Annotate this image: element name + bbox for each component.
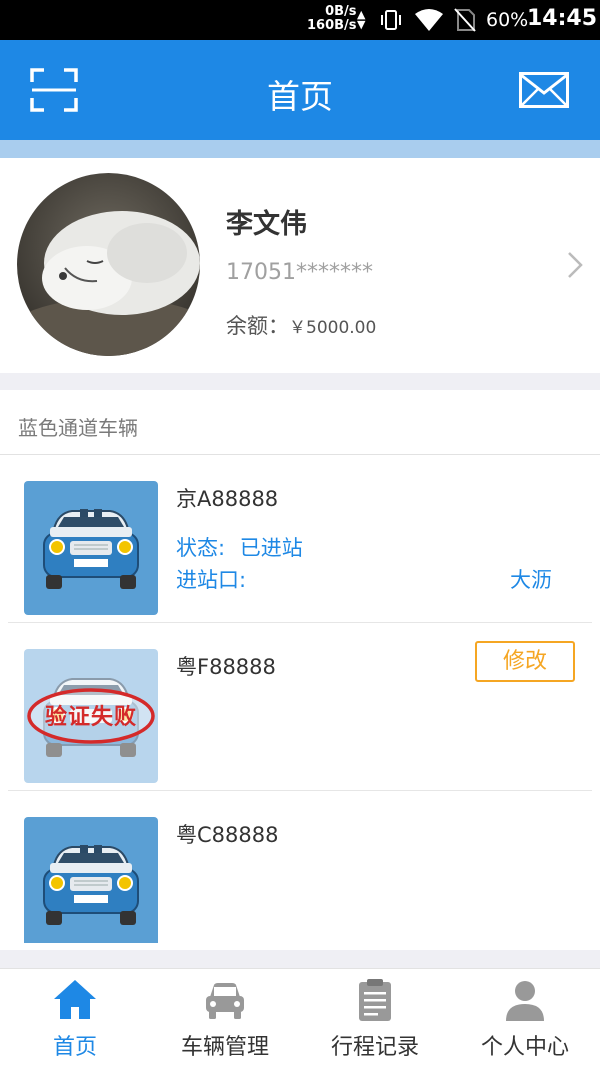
tab-bar: 首页 车辆管理 行程记录 个人中心 [0,968,600,1067]
wifi-icon [415,9,443,31]
no-sim-icon [454,8,476,32]
vehicle-row[interactable]: 验证失败 粤F88888 修改 [0,623,600,791]
tab-label: 个人中心 [480,1035,569,1060]
nav-bar: 首页 [0,40,600,140]
tab-home[interactable]: 首页 [0,969,150,1067]
person-icon [506,981,544,1021]
balance-label: 余额： [226,314,289,338]
profile-card[interactable]: 李文伟 17051******* 余额：￥5000.00 [0,158,600,373]
data-arrows-icon: ▲ ▼ [357,8,366,31]
header-divider [0,140,600,158]
network-speed: 0B/s 160B/s [307,5,357,33]
status-bar: 0B/s 160B/s ▲ ▼ 60% 14:45 [0,0,600,40]
tab-label: 首页 [52,1035,97,1060]
battery-level: 60% [486,9,529,31]
avatar-image [17,173,200,356]
car-image [24,817,158,943]
page-title: 首页 [267,77,333,116]
user-balance: 余额：￥5000.00 [226,310,376,340]
car-icon [206,983,244,1019]
car-icon [24,817,158,943]
status-label: 状态: [176,536,226,560]
tab-label: 行程记录 [330,1035,419,1060]
station-value: 大沥 [510,568,552,592]
status-value: 已进站 [239,536,303,560]
vibrate-icon [381,10,401,30]
plate-number: 粤F88888 [176,655,276,679]
car-image [24,481,158,615]
user-name: 李文伟 [226,209,307,240]
chevron-right-icon[interactable] [566,250,584,280]
net-up-speed: 0B/s [325,4,357,19]
car-image: 验证失败 [24,649,158,783]
stamp-text: 验证失败 [44,705,137,730]
section-title: 蓝色通道车辆 [18,416,138,440]
plate-number: 京A88888 [176,487,279,511]
station-label: 进站口: [176,568,247,592]
home-icon [54,980,96,1019]
avatar[interactable] [17,173,200,356]
vehicle-status: 状态: 已进站 [176,532,303,562]
car-icon [24,481,158,615]
tab-label: 车辆管理 [180,1035,269,1060]
tab-trips[interactable]: 行程记录 [300,969,450,1067]
vehicle-list-card: 蓝色通道车辆 京A88888 状态: 已进站 进站口: 大沥 验证失败 粤F88… [0,390,600,950]
tab-profile[interactable]: 个人中心 [450,969,600,1067]
vehicle-row[interactable]: 粤C88888 [0,791,600,950]
edit-button[interactable]: 修改 [475,641,575,682]
tab-vehicles[interactable]: 车辆管理 [150,969,300,1067]
vehicle-row[interactable]: 京A88888 状态: 已进站 进站口: 大沥 [0,455,600,623]
mail-icon[interactable] [519,72,569,108]
user-phone: 17051******* [226,260,373,285]
plate-number: 粤C88888 [176,823,279,847]
clipboard-icon [359,979,391,1021]
net-down-speed: 160B/s [307,18,357,33]
clock: 14:45 [527,6,598,31]
balance-value: ￥5000.00 [289,318,377,338]
